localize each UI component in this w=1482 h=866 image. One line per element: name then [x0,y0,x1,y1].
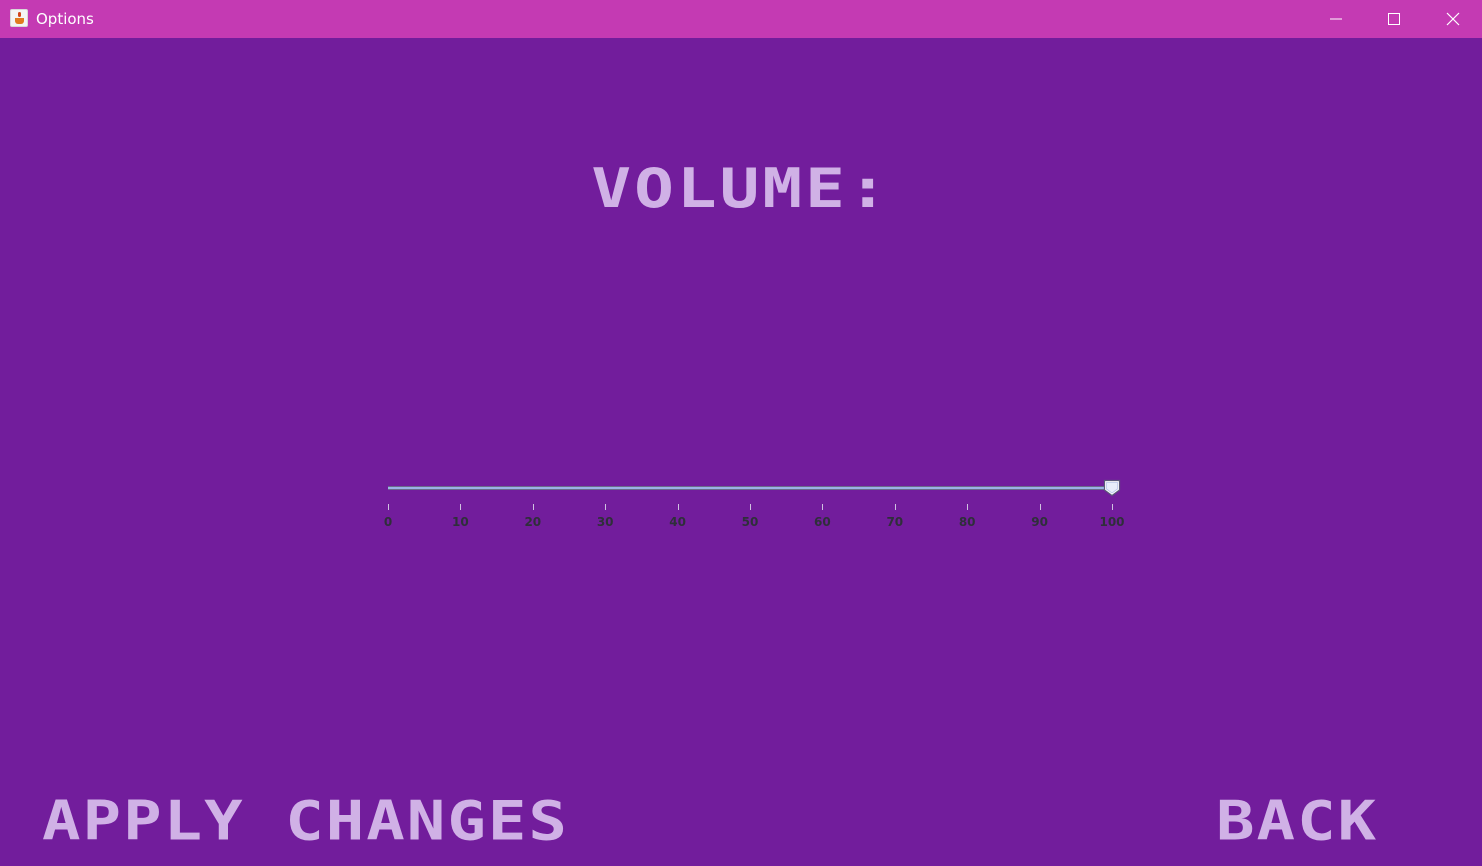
slider-tick-label: 40 [669,515,686,529]
close-button[interactable] [1424,0,1482,38]
slider-tick [894,504,896,510]
slider-tick-label: 0 [383,515,393,529]
java-cup-icon [10,9,28,27]
slider-tick [677,504,679,510]
apply-changes-button[interactable]: APPLY CHANGES [42,790,569,853]
slider-tick [388,504,389,510]
slider-tick-label: 100 [1099,515,1125,529]
slider-tick [822,504,824,510]
maximize-button[interactable] [1365,0,1423,38]
slider-tick-label: 90 [1031,515,1048,529]
slider-tick-label: 20 [524,515,542,529]
slider-tick [1039,504,1041,510]
minimize-icon [1330,18,1342,20]
slider-tick [1112,504,1113,510]
slider-tick-label: 10 [452,515,469,529]
options-window: Options VOLUME: 0 10 20 30 40 50 60 70 80 90 100 [0,0,1482,866]
back-button[interactable]: BACK [1216,790,1378,853]
slider-tick [605,504,607,510]
slider-fill [388,487,1112,489]
slider-tick-label: 70 [886,515,904,529]
slider-tick-label: 30 [596,515,614,529]
slider-tick [967,504,969,510]
slider-tick [532,504,534,510]
title-bar[interactable]: Options [0,0,1482,38]
volume-slider[interactable]: 0 10 20 30 40 50 60 70 80 90 100 [380,474,1132,538]
maximize-icon [1388,13,1400,25]
slider-tick [460,504,462,510]
slider-tick-label: 60 [814,515,831,529]
slider-tick [750,504,751,510]
slider-thumb[interactable] [1103,479,1121,497]
close-icon [1446,12,1460,26]
slider-tick-label: 80 [958,515,976,529]
window-title: Options [36,10,94,28]
minimize-button[interactable] [1307,0,1365,38]
slider-tick-label: 50 [741,515,759,529]
volume-label: VOLUME: [591,156,891,221]
